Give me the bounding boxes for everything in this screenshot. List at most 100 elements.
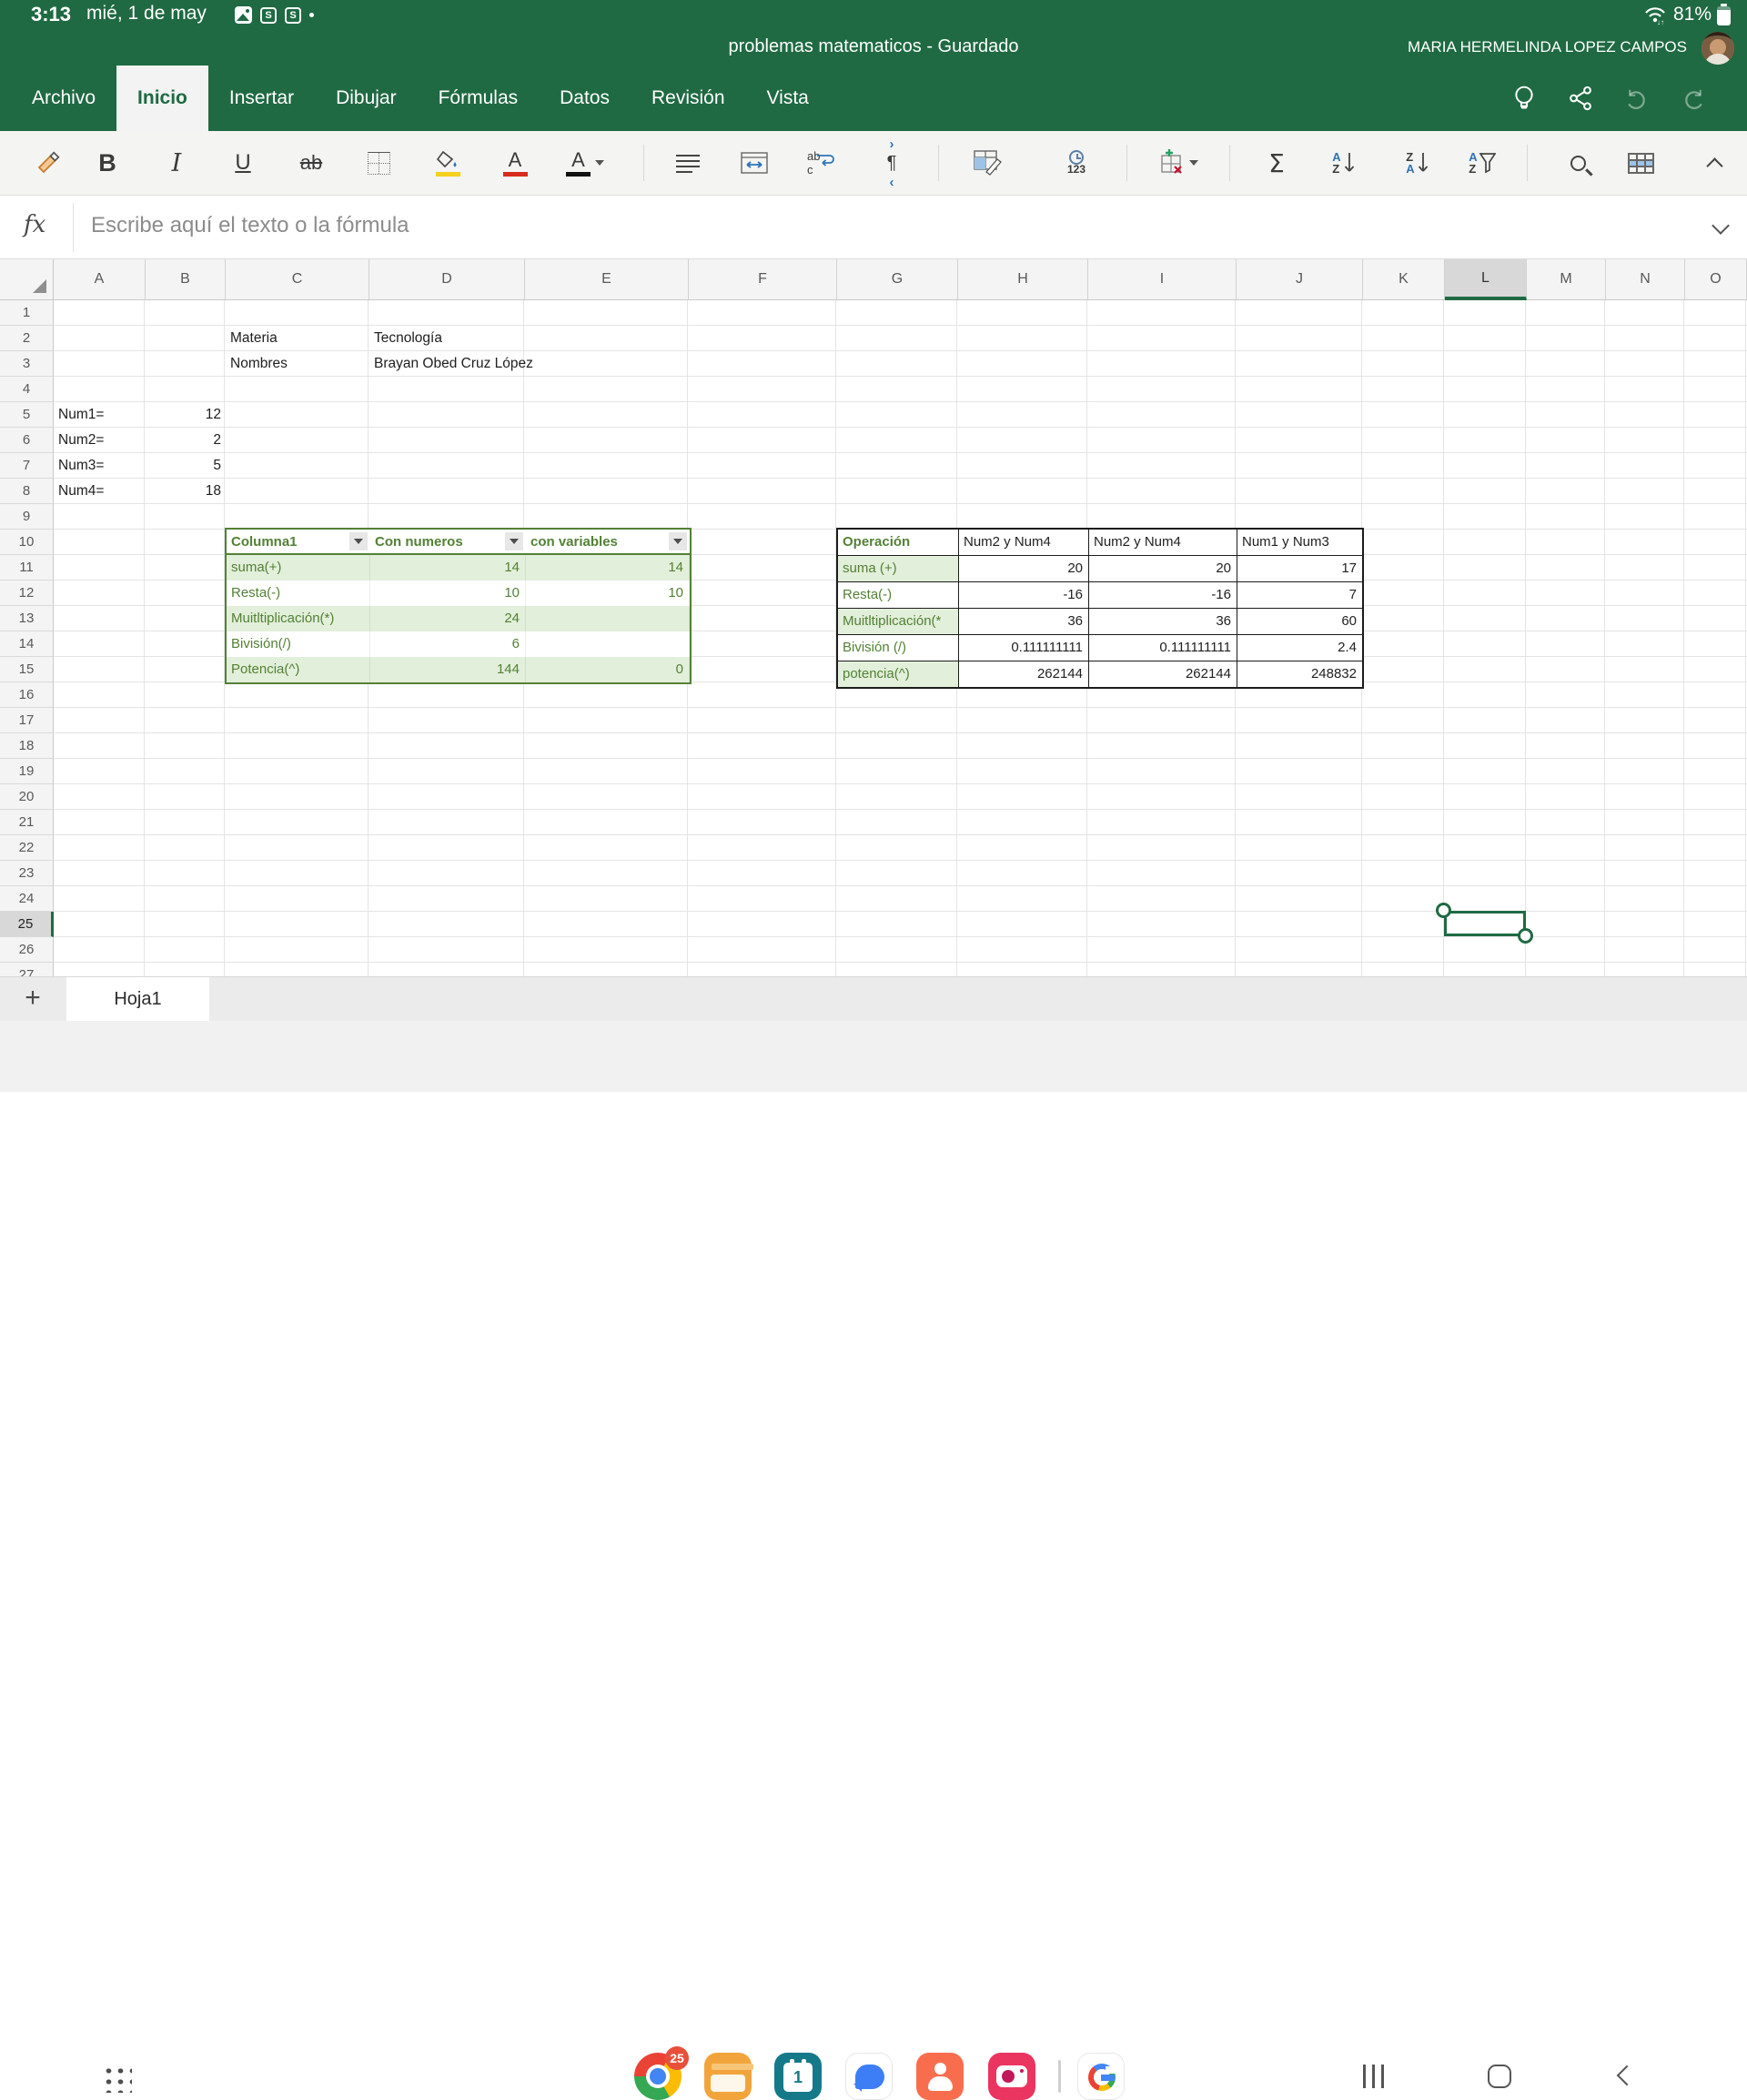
cell-C2[interactable]: Materia xyxy=(226,326,369,351)
table1-cell-r1c1[interactable]: 10 xyxy=(370,581,526,606)
table2-cell-r3c3[interactable]: 2.4 xyxy=(1237,635,1362,661)
table2-cell-r0c2[interactable]: 20 xyxy=(1089,556,1237,581)
table1-cell-r1c2[interactable]: 10 xyxy=(526,581,690,606)
italic-button[interactable]: I xyxy=(153,137,200,188)
column-header-J[interactable]: J xyxy=(1237,259,1363,300)
table2-cell-r2c0[interactable]: Muitltiplicación(* xyxy=(838,609,958,634)
table2-header-2[interactable]: Num2 y Num4 xyxy=(1089,530,1237,555)
table1-cell-r4c2[interactable]: 0 xyxy=(526,657,690,682)
underline-button[interactable]: U xyxy=(219,137,267,188)
text-color-picker-button[interactable]: A xyxy=(555,137,615,188)
table2-cell-r1c2[interactable]: -16 xyxy=(1089,582,1237,608)
formula-input-placeholder[interactable]: Escribe aquí el texto o la fórmula xyxy=(91,213,409,238)
table2-cell-r3c1[interactable]: 0.111111111 xyxy=(959,635,1088,661)
row-header-8[interactable]: 8 xyxy=(0,479,54,504)
column-header-E[interactable]: E xyxy=(525,259,689,300)
table2-cell-r0c3[interactable]: 17 xyxy=(1237,556,1362,581)
add-sheet-button[interactable]: + xyxy=(16,982,49,1015)
chrome-icon[interactable]: 25 xyxy=(634,2053,682,2100)
column-header-H[interactable]: H xyxy=(958,259,1088,300)
bold-button[interactable]: B xyxy=(84,137,131,188)
table1-cell-r0c0[interactable]: suma(+) xyxy=(227,555,370,581)
cell-D2[interactable]: Tecnología xyxy=(369,326,525,351)
row-header-14[interactable]: 14 xyxy=(0,631,54,657)
paragraph-marks-button[interactable]: ›¶‹ xyxy=(868,137,915,188)
insert-delete-cells-button[interactable] xyxy=(1148,137,1207,188)
row-header-5[interactable]: 5 xyxy=(0,402,54,428)
column-header-C[interactable]: C xyxy=(226,259,369,300)
row-header-20[interactable]: 20 xyxy=(0,784,54,810)
row-header-7[interactable]: 7 xyxy=(0,453,54,479)
autosum-button[interactable]: Σ xyxy=(1253,137,1300,188)
undo-icon[interactable] xyxy=(1609,85,1665,112)
table1-cell-r2c0[interactable]: Muitltiplicación(*) xyxy=(227,606,370,631)
merge-cells-button[interactable] xyxy=(731,137,778,188)
share-icon[interactable] xyxy=(1552,85,1609,112)
filter-dropdown-button[interactable] xyxy=(669,532,687,550)
row-header-10[interactable]: 10 xyxy=(0,530,54,555)
tab-inicio[interactable]: Inicio xyxy=(116,66,208,131)
column-header-G[interactable]: G xyxy=(837,259,958,300)
table2-header-0[interactable]: Operación xyxy=(838,530,958,555)
formula-bar-expand-icon[interactable] xyxy=(1712,217,1730,235)
tab-revision[interactable]: Revisión xyxy=(631,66,746,131)
table1-cell-r4c1[interactable]: 144 xyxy=(370,657,526,682)
app-drawer-icon[interactable] xyxy=(101,2064,132,2093)
cell-A7[interactable]: Num3= xyxy=(54,453,146,479)
collapse-ribbon-button[interactable] xyxy=(1691,137,1738,188)
table2-cell-r0c0[interactable]: suma (+) xyxy=(838,556,958,581)
cell-A8[interactable]: Num4= xyxy=(54,479,146,504)
table2-cell-r4c2[interactable]: 262144 xyxy=(1089,661,1237,687)
wrap-text-button[interactable]: ab c xyxy=(796,137,843,188)
google-icon[interactable] xyxy=(1077,2053,1125,2100)
recents-button[interactable] xyxy=(1363,2065,1384,2088)
row-header-6[interactable]: 6 xyxy=(0,428,54,453)
table1-cell-r0c1[interactable]: 14 xyxy=(370,555,526,581)
freeze-panes-button[interactable] xyxy=(1617,137,1664,188)
home-button[interactable] xyxy=(1488,2065,1511,2088)
search-button[interactable] xyxy=(1554,137,1601,188)
filter-dropdown-button[interactable] xyxy=(505,532,523,550)
table1-cell-r4c0[interactable]: Potencia(^) xyxy=(227,657,370,682)
camera-icon[interactable] xyxy=(988,2053,1035,2100)
fill-color-button[interactable] xyxy=(424,137,471,188)
row-header-25[interactable]: 25 xyxy=(0,912,54,937)
cells-area[interactable]: MateriaTecnologíaNombresBrayan Obed Cruz… xyxy=(54,300,1747,976)
select-all-corner[interactable] xyxy=(0,259,54,300)
column-header-N[interactable]: N xyxy=(1606,259,1685,300)
column-header-F[interactable]: F xyxy=(689,259,837,300)
table2-cell-r3c0[interactable]: Bivisión (/) xyxy=(838,635,958,661)
redo-icon[interactable] xyxy=(1665,85,1722,112)
table1-header-1[interactable]: Con numeros xyxy=(370,530,526,555)
cell-B8[interactable]: 18 xyxy=(146,479,226,504)
table2-cell-r0c1[interactable]: 20 xyxy=(959,556,1088,581)
cell-styles-button[interactable] xyxy=(964,137,1012,188)
number-format-button[interactable]: 123 xyxy=(1053,137,1100,188)
table1-cell-r2c1[interactable]: 24 xyxy=(370,606,526,631)
user-avatar[interactable] xyxy=(1702,32,1734,65)
cell-A5[interactable]: Num1= xyxy=(54,402,146,428)
alignment-button[interactable] xyxy=(664,137,712,188)
column-header-M[interactable]: M xyxy=(1527,259,1606,300)
table2-cell-r2c3[interactable]: 60 xyxy=(1237,609,1362,634)
table2-header-3[interactable]: Num1 y Num3 xyxy=(1237,530,1362,555)
column-header-L[interactable]: L xyxy=(1445,259,1527,300)
table2-cell-r2c2[interactable]: 36 xyxy=(1089,609,1237,634)
row-header-23[interactable]: 23 xyxy=(0,861,54,886)
sort-filter-button[interactable]: AZ xyxy=(1459,137,1506,188)
selection-handle-top-left[interactable] xyxy=(1436,903,1451,918)
format-painter-button[interactable] xyxy=(25,137,72,188)
sort-ascending-button[interactable]: AZ xyxy=(1320,137,1368,188)
row-header-12[interactable]: 12 xyxy=(0,581,54,606)
row-header-1[interactable]: 1 xyxy=(0,300,54,326)
row-header-9[interactable]: 9 xyxy=(0,504,54,530)
tab-datos[interactable]: Datos xyxy=(539,66,631,131)
table2-header-1[interactable]: Num2 y Num4 xyxy=(959,530,1088,555)
row-header-18[interactable]: 18 xyxy=(0,733,54,759)
table2-cell-r2c1[interactable]: 36 xyxy=(959,609,1088,634)
column-header-D[interactable]: D xyxy=(369,259,525,300)
selection-handle-bottom-right[interactable] xyxy=(1518,928,1533,944)
strikethrough-button[interactable]: ab xyxy=(288,137,335,188)
row-header-27[interactable]: 27 xyxy=(0,963,54,976)
row-header-2[interactable]: 2 xyxy=(0,326,54,351)
